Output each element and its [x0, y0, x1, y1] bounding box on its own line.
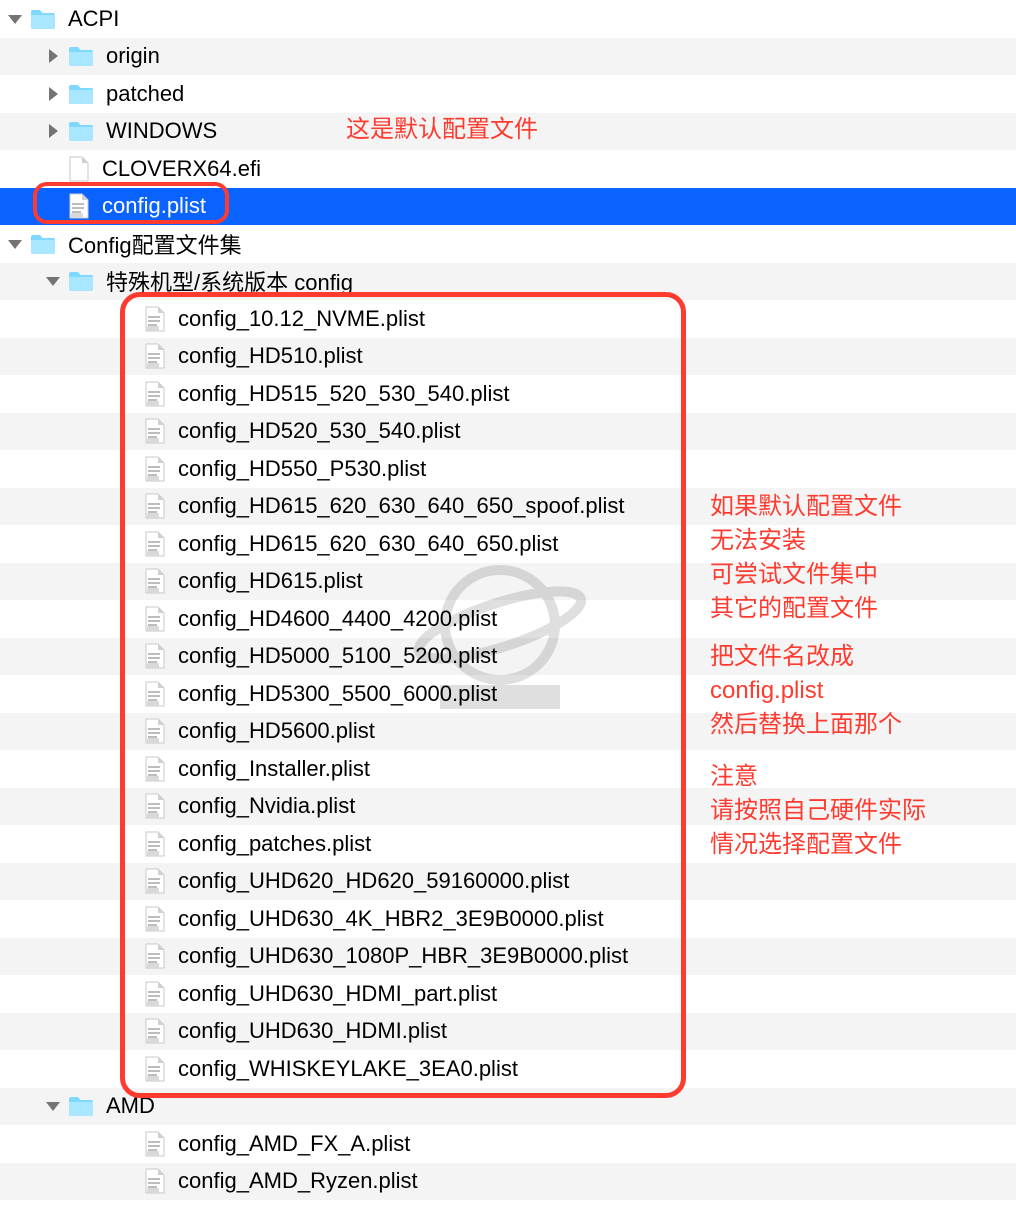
tree-file-row[interactable]: config_UHD630_HDMI_part.plist: [0, 975, 1016, 1013]
tree-file-row[interactable]: config_HD515_520_530_540.plist: [0, 375, 1016, 413]
row-label: Config配置文件集: [68, 228, 242, 260]
annotation-try-others: 如果默认配置文件 无法安装 可尝试文件集中 其它的配置文件: [710, 490, 902, 626]
row-label: config_HD520_530_540.plist: [178, 418, 461, 444]
row-label: config_HD615_620_630_640_650.plist: [178, 531, 558, 557]
folder-icon: [68, 1095, 94, 1117]
plist-file-icon: [144, 568, 166, 594]
row-label: config_AMD_FX_A.plist: [178, 1131, 410, 1157]
row-label: config_UHD630_4K_HBR2_3E9B0000.plist: [178, 906, 604, 932]
plist-file-icon: [144, 306, 166, 332]
disclosure-down-icon[interactable]: [6, 235, 24, 253]
row-label: config_HD510.plist: [178, 343, 363, 369]
row-label: config_10.12_NVME.plist: [178, 306, 425, 332]
plist-file-icon: [144, 1168, 166, 1194]
row-label: config_HD615_620_630_640_650_spoof.plist: [178, 493, 624, 519]
row-label: config_patches.plist: [178, 831, 371, 857]
plist-file-icon: [144, 1018, 166, 1044]
row-label: config_HD5000_5100_5200.plist: [178, 643, 497, 669]
row-label: config_HD5600.plist: [178, 718, 375, 744]
folder-icon: [68, 83, 94, 105]
tree-folder-row[interactable]: Config配置文件集: [0, 225, 1016, 263]
tree-file-row[interactable]: config_UHD630_HDMI.plist: [0, 1013, 1016, 1051]
disclosure-down-icon[interactable]: [6, 10, 24, 28]
folder-icon: [30, 233, 56, 255]
plist-file-icon: [144, 756, 166, 782]
annotation-rename: 把文件名改成 config.plist 然后替换上面那个: [710, 640, 902, 742]
row-label: 特殊机型/系统版本 config: [106, 265, 353, 297]
tree-file-row[interactable]: config_HD550_P530.plist: [0, 450, 1016, 488]
tree-file-row[interactable]: config_AMD_Ryzen.plist: [0, 1163, 1016, 1201]
tree-folder-row[interactable]: 特殊机型/系统版本 config: [0, 263, 1016, 301]
disclosure-right-icon[interactable]: [44, 85, 62, 103]
folder-icon: [68, 120, 94, 142]
plist-file-icon: [144, 343, 166, 369]
tree-folder-row[interactable]: AMD: [0, 1088, 1016, 1126]
row-label: config_UHD620_HD620_59160000.plist: [178, 868, 569, 894]
tree-folder-row[interactable]: origin: [0, 38, 1016, 76]
disclosure-down-icon[interactable]: [44, 272, 62, 290]
row-label: config_AMD_Ryzen.plist: [178, 1168, 418, 1194]
row-label: config_UHD630_1080P_HBR_3E9B0000.plist: [178, 943, 628, 969]
row-label: config_WHISKEYLAKE_3EA0.plist: [178, 1056, 518, 1082]
folder-icon: [68, 270, 94, 292]
tree-file-row[interactable]: config_UHD630_4K_HBR2_3E9B0000.plist: [0, 900, 1016, 938]
row-label: config_UHD630_HDMI_part.plist: [178, 981, 497, 1007]
plist-file-icon: [144, 868, 166, 894]
annotation-note: 注意 请按照自己硬件实际 情况选择配置文件: [710, 760, 926, 862]
plist-file-icon: [144, 531, 166, 557]
row-label: origin: [106, 43, 160, 69]
tree-folder-row[interactable]: ACPI: [0, 0, 1016, 38]
row-label: config.plist: [102, 193, 206, 219]
row-label: config_HD4600_4400_4200.plist: [178, 606, 497, 632]
tree-file-row[interactable]: CLOVERX64.efi: [0, 150, 1016, 188]
row-label: WINDOWS: [106, 118, 217, 144]
disclosure-down-icon[interactable]: [44, 1097, 62, 1115]
tree-file-row[interactable]: config.plist: [0, 188, 1016, 226]
folder-icon: [30, 8, 56, 30]
tree-file-row[interactable]: config_WHISKEYLAKE_3EA0.plist: [0, 1050, 1016, 1088]
row-label: config_UHD630_HDMI.plist: [178, 1018, 447, 1044]
row-label: CLOVERX64.efi: [102, 156, 261, 182]
tree-file-row[interactable]: config_UHD630_1080P_HBR_3E9B0000.plist: [0, 938, 1016, 976]
row-label: config_HD515_520_530_540.plist: [178, 381, 509, 407]
tree-file-row[interactable]: config_UHD620_HD620_59160000.plist: [0, 863, 1016, 901]
row-label: ACPI: [68, 6, 119, 32]
row-label: AMD: [106, 1093, 155, 1119]
plist-file-icon: [144, 718, 166, 744]
row-label: config_HD550_P530.plist: [178, 456, 426, 482]
row-label: patched: [106, 81, 184, 107]
plist-file-icon: [144, 793, 166, 819]
tree-file-row[interactable]: config_HD510.plist: [0, 338, 1016, 376]
plist-file-icon: [144, 381, 166, 407]
plist-file-icon: [144, 418, 166, 444]
plist-file-icon: [144, 681, 166, 707]
folder-icon: [68, 45, 94, 67]
tree-folder-row[interactable]: patched: [0, 75, 1016, 113]
plist-file-icon: [144, 981, 166, 1007]
row-label: config_Installer.plist: [178, 756, 370, 782]
plist-file-icon: [144, 493, 166, 519]
plist-file-icon: [144, 1056, 166, 1082]
plist-file-icon: [144, 456, 166, 482]
row-label: config_Nvidia.plist: [178, 793, 355, 819]
annotation-default-config: 这是默认配置文件: [346, 113, 538, 147]
disclosure-right-icon[interactable]: [44, 122, 62, 140]
disclosure-right-icon[interactable]: [44, 47, 62, 65]
tree-file-row[interactable]: config_10.12_NVME.plist: [0, 300, 1016, 338]
plist-file-icon: [144, 831, 166, 857]
plist-file-icon: [68, 193, 90, 219]
plist-file-icon: [144, 1131, 166, 1157]
row-label: config_HD5300_5500_6000.plist: [178, 681, 497, 707]
plist-file-icon: [144, 643, 166, 669]
tree-file-row[interactable]: config_AMD_FX_A.plist: [0, 1125, 1016, 1163]
plist-file-icon: [144, 606, 166, 632]
efi-file-icon: [68, 156, 90, 182]
plist-file-icon: [144, 906, 166, 932]
tree-file-row[interactable]: config_HD520_530_540.plist: [0, 413, 1016, 451]
plist-file-icon: [144, 943, 166, 969]
row-label: config_HD615.plist: [178, 568, 363, 594]
